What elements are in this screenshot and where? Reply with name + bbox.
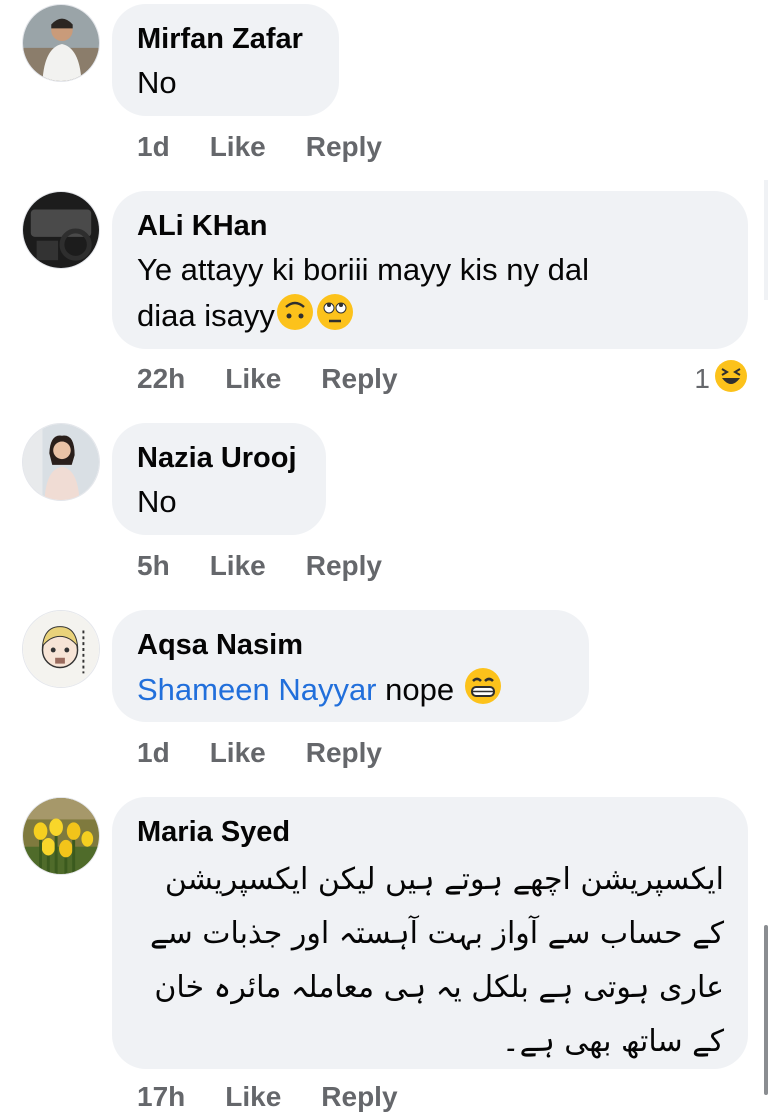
comment-bubble: Nazia Urooj No <box>112 423 326 535</box>
comment-timestamp[interactable]: 1d <box>137 131 170 163</box>
comment-text-line: کے ساتھ بھی ہے۔ <box>502 1024 724 1059</box>
avatar[interactable] <box>22 423 100 501</box>
comment-timestamp[interactable]: 1d <box>137 737 170 769</box>
comment-timestamp[interactable]: 22h <box>137 363 185 395</box>
comment-actions: 17h Like Reply <box>137 1077 398 1117</box>
comment-author[interactable]: Mirfan Zafar <box>137 20 315 58</box>
comment-text-line: کے حساب سے آواز بہت آہستہ اور جذبات سے <box>150 916 724 951</box>
reply-button[interactable]: Reply <box>306 737 382 769</box>
comment-text-word: nope <box>385 672 455 708</box>
comment-actions: 1d Like Reply <box>137 127 382 167</box>
comment-text-line: diaa isayy <box>137 298 275 334</box>
avatar[interactable] <box>22 4 100 82</box>
like-button[interactable]: Like <box>210 737 266 769</box>
comment-bubble: Aqsa Nasim Shameen Nayyar nope <box>112 610 589 722</box>
comment-timestamp[interactable]: 5h <box>137 550 170 582</box>
comment-text-line: عاری ہوتی ہے بلکل یہ ہی معاملہ مائرہ خان <box>154 970 724 1005</box>
tulips-avatar-icon <box>23 798 99 874</box>
reply-button[interactable]: Reply <box>306 131 382 163</box>
avatar[interactable] <box>22 610 100 688</box>
laughing-squint-emoji-icon <box>714 359 748 400</box>
like-button[interactable]: Like <box>225 1081 281 1113</box>
comment-text-line: ایکسپریشن اچھے ہوتے ہیں لیکن ایکسپریشن <box>164 862 724 897</box>
comment-text: Ye attayy ki boriii mayy kis ny dal diaa… <box>137 247 724 344</box>
like-button[interactable]: Like <box>225 363 281 395</box>
comment-text: ایکسپریشن اچھے ہوتے ہیں لیکن ایکسپریشن ک… <box>137 853 724 1069</box>
comment-timestamp[interactable]: 17h <box>137 1081 185 1113</box>
comment-actions: 1d Like Reply <box>137 733 382 773</box>
avatar[interactable] <box>22 797 100 875</box>
comment-text: Shameen Nayyar nope <box>137 666 565 718</box>
mention-link[interactable]: Shameen Nayyar <box>137 672 377 707</box>
scrollbar[interactable] <box>764 925 768 1095</box>
comment-text-line: Ye attayy ki boriii mayy kis ny dal <box>137 252 589 287</box>
reaction-count: 1 <box>694 363 710 394</box>
comment-text: No <box>137 65 177 100</box>
woman-avatar-icon <box>23 424 99 500</box>
car-interior-avatar-icon <box>23 192 99 268</box>
page-edge <box>764 180 768 300</box>
upside-down-face-emoji-icon <box>275 292 315 344</box>
comment-author[interactable]: Maria Syed <box>137 813 724 851</box>
like-button[interactable]: Like <box>210 550 266 582</box>
eye-roll-emoji-icon <box>315 292 355 344</box>
comment-text: No <box>137 484 177 519</box>
comment-author[interactable]: Nazia Urooj <box>137 439 302 477</box>
person-avatar-icon <box>23 5 99 81</box>
reply-button[interactable]: Reply <box>321 363 397 395</box>
comment-bubble: ALi KHan Ye attayy ki boriii mayy kis ny… <box>112 191 748 349</box>
like-button[interactable]: Like <box>210 131 266 163</box>
comment-actions: 5h Like Reply <box>137 546 382 586</box>
comment-author[interactable]: ALi KHan <box>137 207 724 245</box>
comment-author[interactable]: Aqsa Nasim <box>137 626 565 664</box>
grinning-face-emoji-icon <box>463 666 503 718</box>
avatar[interactable] <box>22 191 100 269</box>
comment-bubble: Mirfan Zafar No <box>112 4 339 116</box>
reply-button[interactable]: Reply <box>306 550 382 582</box>
comment-actions: 22h Like Reply <box>137 359 398 399</box>
reaction-summary[interactable]: 1 <box>694 359 748 399</box>
cartoon-girl-avatar-icon <box>23 611 99 687</box>
comment-bubble: Maria Syed ایکسپریشن اچھے ہوتے ہیں لیکن … <box>112 797 748 1069</box>
reply-button[interactable]: Reply <box>321 1081 397 1113</box>
